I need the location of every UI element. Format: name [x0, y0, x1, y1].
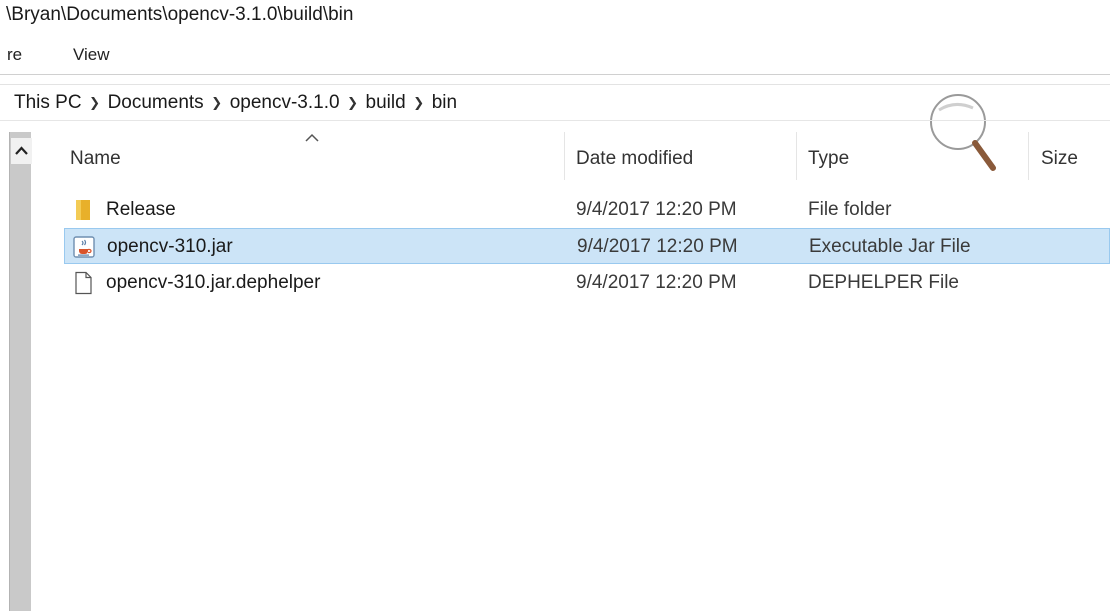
- file-date-modified: 9/4/2017 12:20 PM: [576, 199, 737, 220]
- chevron-right-icon[interactable]: ❯: [342, 95, 364, 111]
- column-divider[interactable]: [1028, 132, 1029, 180]
- file-type: File folder: [808, 199, 892, 220]
- breadcrumb-documents[interactable]: Documents: [106, 92, 206, 114]
- folder-icon: [71, 198, 95, 222]
- column-divider[interactable]: [564, 132, 565, 180]
- breadcrumb-opencv[interactable]: opencv-3.1.0: [228, 92, 342, 114]
- ribbon-divider: [0, 74, 1110, 75]
- address-bar[interactable]: This PC ❯ Documents ❯ opencv-3.1.0 ❯ bui…: [12, 90, 459, 116]
- file-type: Executable Jar File: [809, 236, 971, 257]
- ribbon-tab-view[interactable]: View: [73, 45, 110, 65]
- document-icon: [71, 271, 95, 295]
- column-header-name[interactable]: Name: [70, 148, 121, 170]
- file-date-modified: 9/4/2017 12:20 PM: [577, 236, 738, 257]
- file-row-jar[interactable]: opencv-310.jar 9/4/2017 12:20 PM Executa…: [64, 228, 1110, 264]
- file-row-release[interactable]: Release 9/4/2017 12:20 PM File folder: [64, 192, 1110, 228]
- chevron-right-icon[interactable]: ❯: [84, 95, 106, 111]
- file-name: opencv-310.jar: [107, 236, 233, 257]
- java-jar-icon: [72, 235, 96, 259]
- ribbon-tab-share[interactable]: re: [7, 45, 22, 65]
- header-top-divider: [0, 120, 1110, 121]
- chevron-right-icon[interactable]: ❯: [206, 95, 228, 111]
- chevron-right-icon[interactable]: ❯: [408, 95, 430, 111]
- breadcrumb-bin[interactable]: bin: [430, 92, 459, 114]
- window-title-path: \Bryan\Documents\opencv-3.1.0\build\bin: [6, 4, 354, 25]
- sort-ascending-icon: [305, 133, 319, 142]
- scroll-up-button[interactable]: [11, 138, 32, 164]
- breadcrumb-this-pc[interactable]: This PC: [12, 92, 84, 114]
- navigation-pane-scrollbar[interactable]: [9, 132, 32, 611]
- file-date-modified: 9/4/2017 12:20 PM: [576, 272, 737, 293]
- chevron-up-icon: [15, 146, 28, 155]
- file-name: Release: [106, 199, 176, 220]
- address-divider: [0, 84, 1110, 85]
- file-name: opencv-310.jar.dephelper: [106, 272, 321, 293]
- column-header-row: Name Date modified Type Size: [30, 128, 1110, 182]
- file-type: DEPHELPER File: [808, 272, 959, 293]
- column-divider[interactable]: [796, 132, 797, 180]
- breadcrumb-build[interactable]: build: [364, 92, 408, 114]
- column-header-type[interactable]: Type: [808, 148, 849, 170]
- column-header-size[interactable]: Size: [1041, 148, 1078, 170]
- column-header-date[interactable]: Date modified: [576, 148, 693, 170]
- file-row-dephelper[interactable]: opencv-310.jar.dephelper 9/4/2017 12:20 …: [64, 265, 1110, 301]
